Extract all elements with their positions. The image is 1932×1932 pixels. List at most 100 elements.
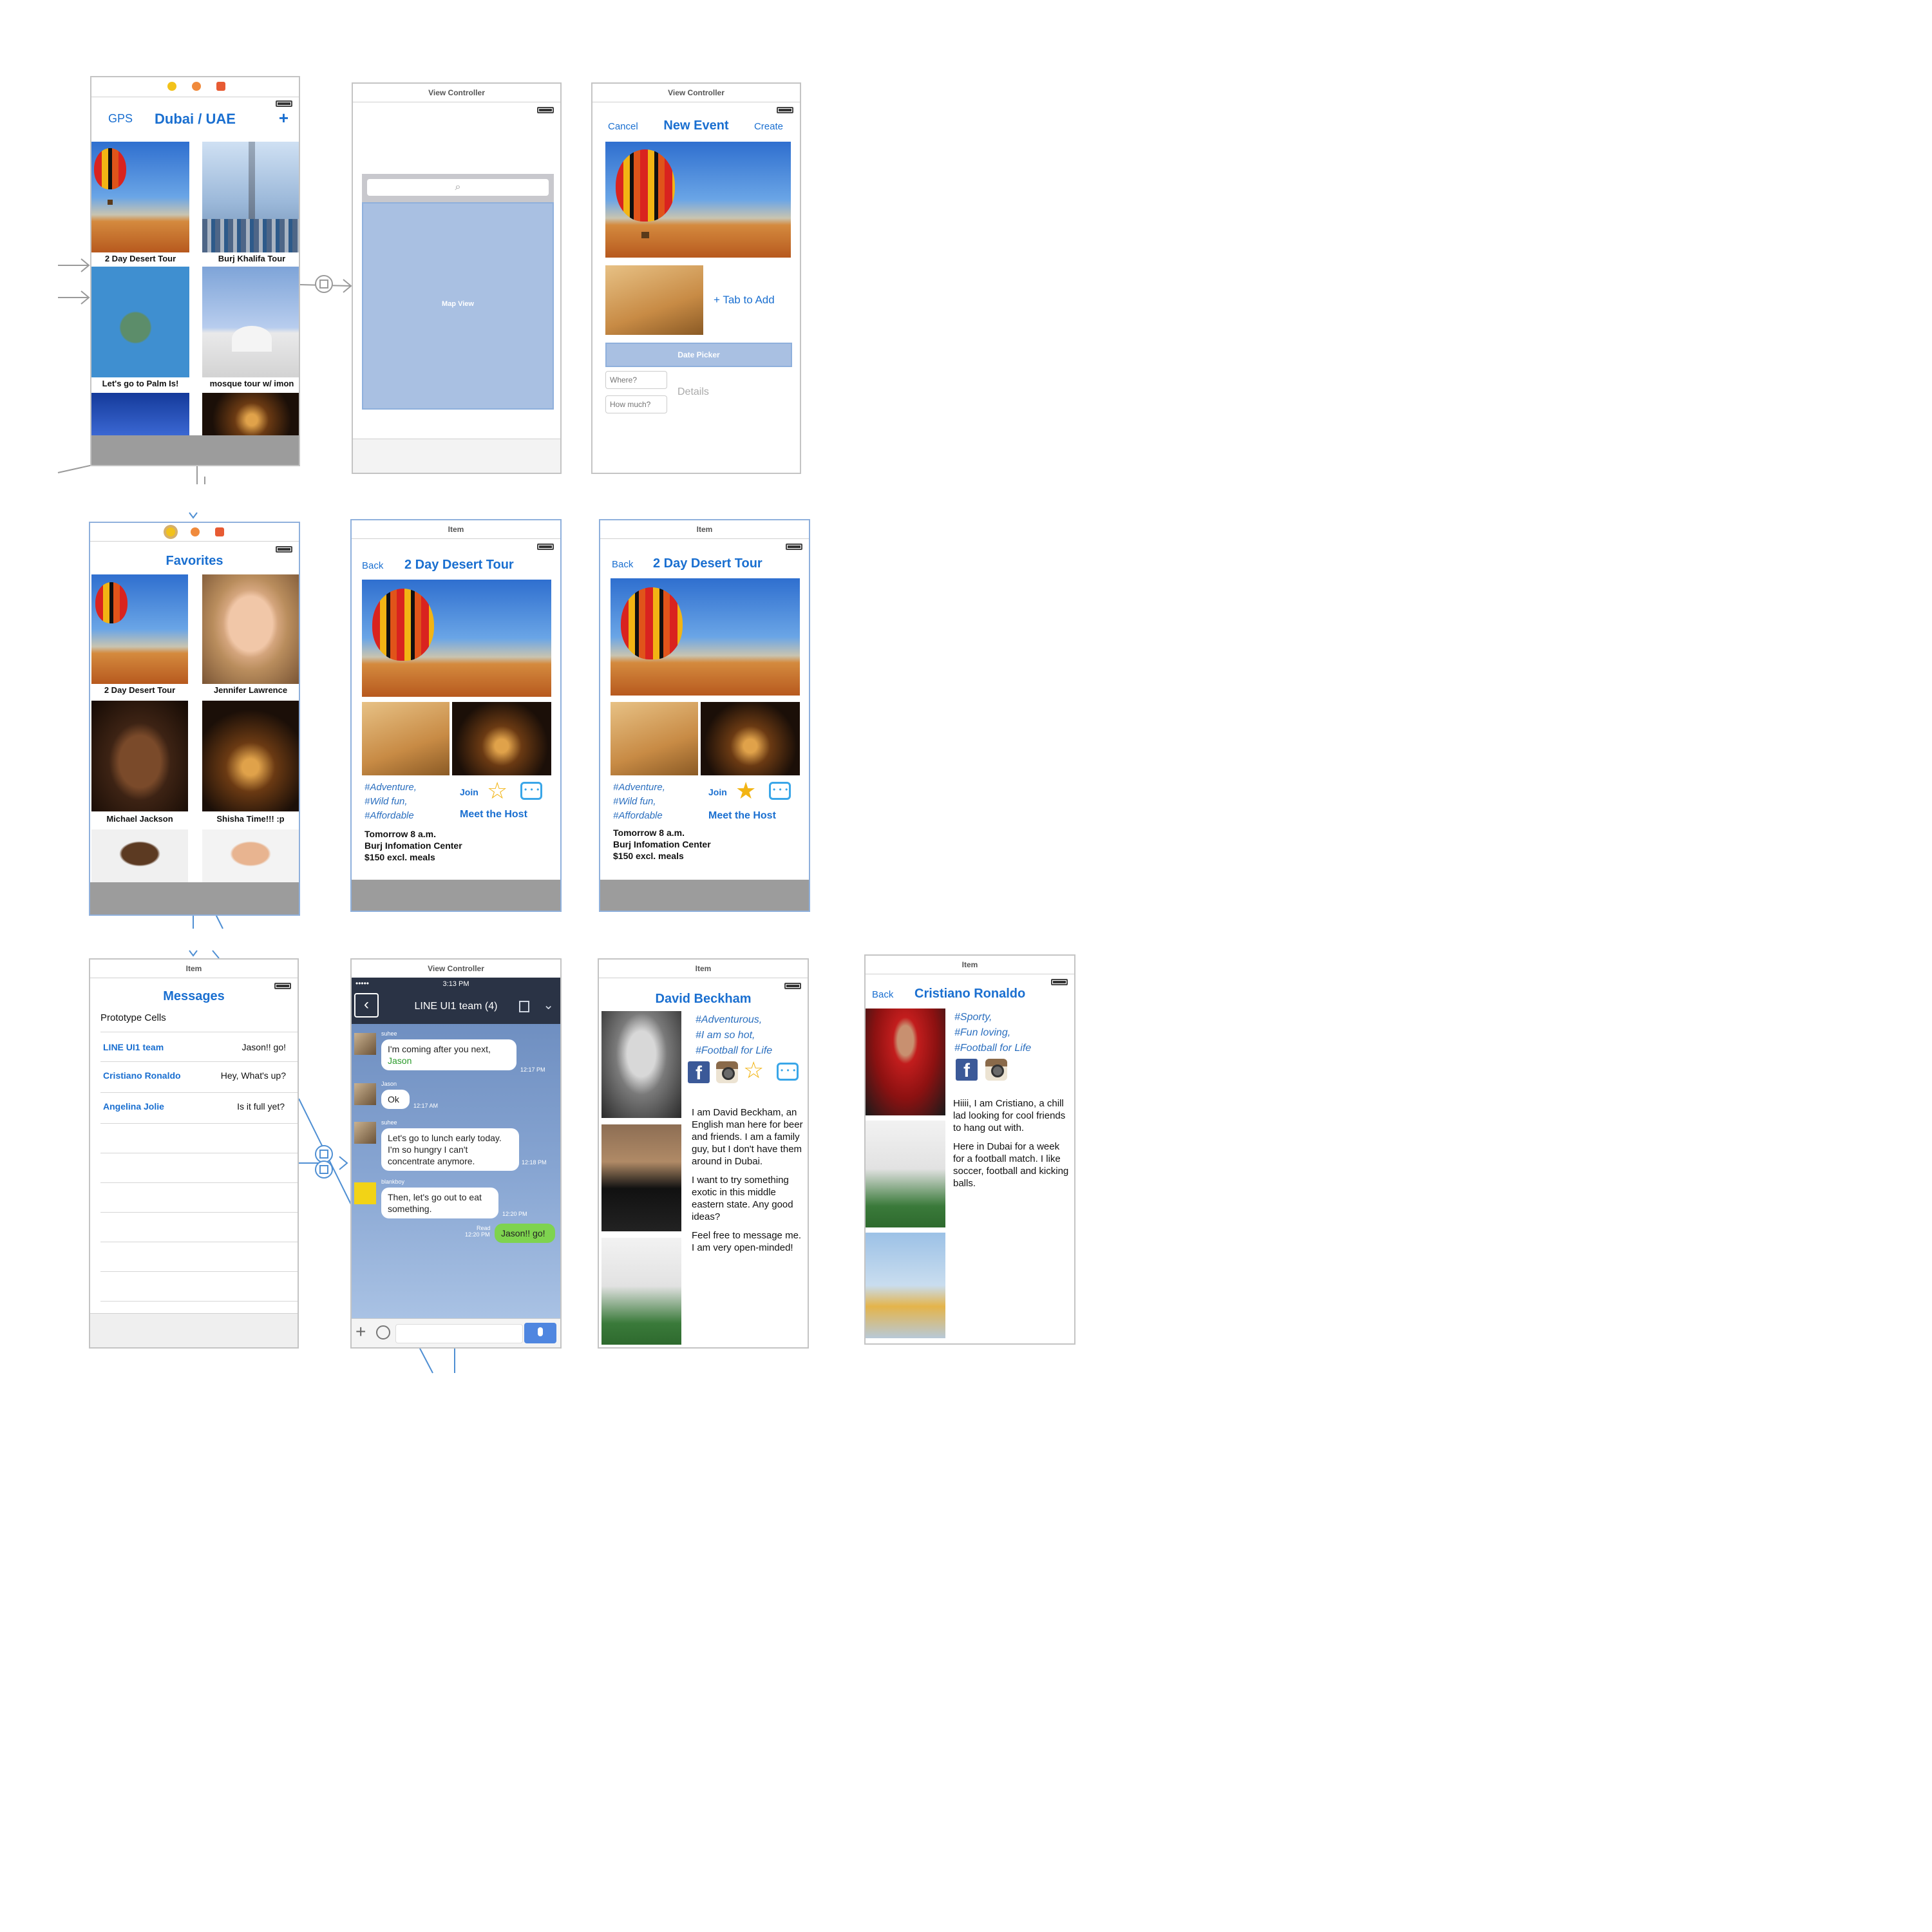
tour-thumb-dunes[interactable] [611, 702, 698, 775]
chat-bubble[interactable]: I'm coming after you next, Jason [381, 1039, 516, 1070]
create-button[interactable]: Create [754, 121, 783, 132]
how-much-field[interactable] [605, 395, 667, 413]
message-input[interactable] [395, 1324, 523, 1343]
screen-new-event[interactable]: View Controller Cancel New Event Create … [591, 82, 801, 474]
shisha-image[interactable] [202, 701, 299, 811]
message-bubble-icon[interactable] [777, 1063, 799, 1081]
profile-photo[interactable] [866, 1121, 945, 1227]
tab-bar[interactable] [352, 880, 560, 911]
view-controller-icon[interactable] [166, 527, 175, 536]
meet-host-button[interactable]: Meet the Host [460, 809, 527, 820]
screen-explore[interactable]: GPS Dubai / UAE + 2 Day Desert Tour Burj… [90, 76, 300, 466]
tab-bar[interactable] [91, 435, 299, 465]
tag[interactable]: #Fun loving, [954, 1025, 1031, 1041]
restaurant-image[interactable] [202, 393, 299, 438]
profile-photo[interactable] [866, 1233, 945, 1338]
tag[interactable]: #Adventurous, [696, 1012, 772, 1028]
tab-bar[interactable] [600, 880, 809, 911]
profile-photo[interactable] [601, 1238, 681, 1345]
jennifer-lawrence-image[interactable] [202, 574, 299, 684]
messi-image[interactable] [202, 829, 299, 884]
search-bar[interactable]: ⌕ [362, 174, 554, 202]
chat-bubble[interactable]: Ok [381, 1090, 410, 1109]
first-responder-icon[interactable] [192, 82, 201, 91]
search-input[interactable]: ⌕ [367, 179, 549, 196]
notes-icon[interactable] [519, 1001, 529, 1012]
meet-host-button[interactable]: Meet the Host [708, 810, 776, 822]
tag[interactable]: #Sporty, [954, 1010, 1031, 1025]
chat-bubble[interactable]: Then, let's go out to eat something. [381, 1188, 498, 1218]
facebook-icon[interactable]: f [688, 1061, 710, 1084]
instagram-icon[interactable] [716, 1061, 738, 1083]
tab-bar[interactable] [353, 439, 560, 473]
back-button[interactable]: Back [872, 989, 893, 1000]
star-filled-icon[interactable]: ★ [735, 779, 756, 802]
michael-jackson-image[interactable] [91, 701, 188, 811]
tour-thumb-camp[interactable] [452, 702, 551, 775]
facebook-icon[interactable]: f [956, 1059, 978, 1081]
screen-chat[interactable]: View Controller ••••• 3:13 PM ‹ LINE UI1… [350, 958, 562, 1349]
microphone-button[interactable] [524, 1323, 556, 1343]
tab-bar[interactable] [90, 882, 299, 914]
tour-thumb-camp[interactable] [701, 702, 800, 775]
back-button[interactable]: Back [612, 559, 633, 570]
join-button[interactable]: Join [460, 787, 478, 797]
conversation-row[interactable]: LINE UI1 team Jason!! go! [90, 1033, 298, 1061]
where-field[interactable] [605, 371, 667, 389]
back-button[interactable]: Back [362, 560, 383, 571]
message-bubble-icon[interactable] [520, 782, 542, 800]
palm-island-image[interactable] [91, 267, 189, 377]
event-thumbnail-image[interactable] [605, 265, 703, 335]
star-outline-icon[interactable]: ☆ [743, 1059, 764, 1082]
profile-photo[interactable] [601, 1124, 681, 1231]
tag[interactable]: #Affordable [365, 809, 417, 823]
conversation-row[interactable]: Angelina Jolie Is it full yet? [90, 1094, 298, 1122]
desert-tour-image[interactable] [91, 142, 189, 252]
chat-bubble-own[interactable]: Jason!! go! [495, 1224, 555, 1243]
tab-to-add-button[interactable]: + Tab to Add [714, 294, 775, 307]
mosque-image[interactable] [202, 267, 299, 377]
emoji-icon[interactable] [376, 1325, 390, 1340]
screen-favorites[interactable]: Favorites 2 Day Desert Tour Jennifer Law… [89, 522, 300, 916]
screen-messages[interactable]: Item Messages Prototype Cells LINE UI1 t… [89, 958, 299, 1349]
message-bubble-icon[interactable] [769, 782, 791, 800]
join-button[interactable]: Join [708, 787, 727, 797]
screen-profile-ronaldo[interactable]: Item Back Cristiano Ronaldo #Sporty, #Fu… [864, 954, 1075, 1345]
add-button[interactable]: + [279, 108, 289, 128]
view-controller-icon[interactable] [167, 82, 176, 91]
tour-thumb-dunes[interactable] [362, 702, 450, 775]
tab-bar[interactable] [90, 1313, 298, 1347]
city-night-image[interactable] [91, 393, 189, 438]
avatar[interactable] [354, 1083, 376, 1105]
profile-photo[interactable] [601, 1011, 681, 1118]
screen-profile-beckham[interactable]: Item David Beckham #Adventurous, #I am s… [598, 958, 809, 1349]
avatar[interactable] [354, 1122, 376, 1144]
exit-icon[interactable] [215, 527, 224, 536]
tour-cover-image[interactable] [362, 580, 551, 697]
plus-icon[interactable]: + [355, 1321, 366, 1342]
screen-map[interactable]: View Controller ⌕ Map View [352, 82, 562, 474]
tour-cover-image[interactable] [611, 578, 800, 696]
tag[interactable]: #Adventure, [613, 781, 665, 795]
conversation-row[interactable]: Cristiano Ronaldo Hey, What's up? [90, 1063, 298, 1091]
exit-icon[interactable] [216, 82, 225, 91]
tag[interactable]: #Football for Life [954, 1041, 1031, 1056]
tag[interactable]: #Affordable [613, 809, 665, 823]
tag[interactable]: #I am so hot, [696, 1028, 772, 1043]
tag[interactable]: #Wild fun, [613, 795, 665, 809]
tag[interactable]: #Adventure, [365, 781, 417, 795]
chat-area[interactable]: suhee I'm coming after you next, Jason 1… [352, 1024, 560, 1319]
event-cover-image[interactable] [605, 142, 791, 258]
chevron-down-icon[interactable]: ⌄ [543, 997, 554, 1013]
screen-tour-detail-joined[interactable]: Item Back 2 Day Desert Tour #Adventure, … [599, 519, 810, 912]
avatar[interactable] [354, 1033, 376, 1055]
star-outline-icon[interactable]: ☆ [487, 779, 507, 802]
instagram-icon[interactable] [985, 1059, 1007, 1081]
first-responder-icon[interactable] [191, 527, 200, 536]
avatar[interactable] [354, 1182, 376, 1204]
profile-photo[interactable] [866, 1009, 945, 1115]
chat-bubble[interactable]: Let's go to lunch early today. I'm so hu… [381, 1128, 519, 1171]
map-view[interactable]: Map View [362, 202, 554, 410]
tiger-woods-image[interactable] [91, 829, 188, 884]
burj-khalifa-image[interactable] [202, 142, 299, 252]
